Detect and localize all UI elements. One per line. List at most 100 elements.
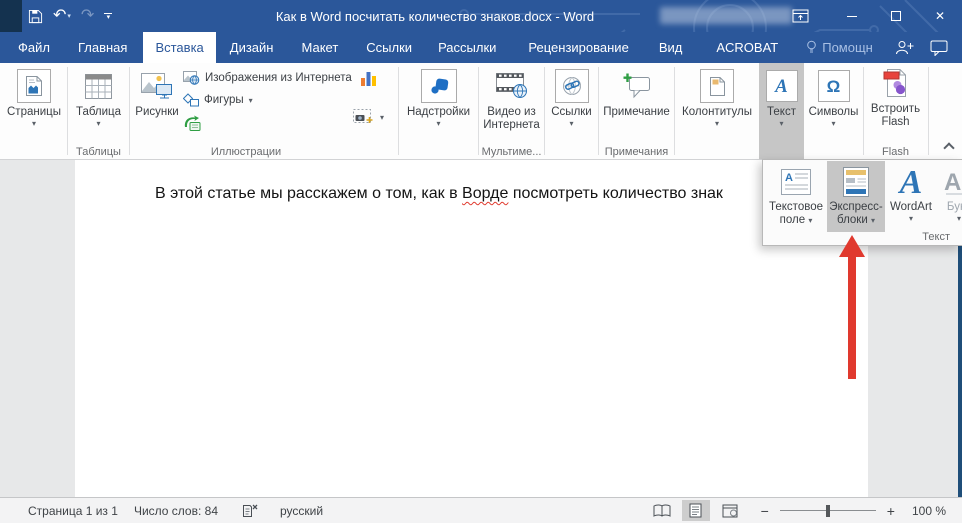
online-video-button[interactable]: Видео из Интернета bbox=[480, 63, 543, 132]
zoom-in-button[interactable]: + bbox=[884, 503, 898, 519]
symbols-icon: Ω bbox=[818, 70, 850, 102]
embed-flash-button[interactable]: Встроить Flash bbox=[865, 63, 926, 129]
annotation-arrow-shaft bbox=[848, 257, 856, 379]
tab-file[interactable]: Файл bbox=[10, 32, 58, 63]
collapse-ribbon-button[interactable] bbox=[945, 144, 953, 152]
doc-text-after: посмотреть количество знак bbox=[508, 185, 723, 202]
online-pictures-icon bbox=[183, 71, 200, 85]
textbox-label-line2: поле ▾ bbox=[780, 214, 813, 227]
wordart-button[interactable]: A WordArt ▾ bbox=[885, 161, 937, 232]
chart-button[interactable] bbox=[359, 69, 378, 88]
maximize-button[interactable] bbox=[874, 0, 918, 32]
tables-group-label: Таблицы bbox=[69, 146, 128, 158]
web-layout-button[interactable] bbox=[716, 500, 744, 521]
annotation-arrow-head bbox=[839, 235, 865, 257]
proofing-errors-button[interactable] bbox=[242, 503, 258, 518]
embed-flash-label-line1: Встроить bbox=[871, 103, 920, 116]
pages-button[interactable]: Страницы ▾ bbox=[2, 63, 66, 128]
read-mode-button[interactable] bbox=[648, 500, 676, 521]
shapes-button[interactable]: Фигуры ▾ bbox=[183, 93, 253, 107]
group-illustrations: Рисунки Изображения из Интернета Фигуры … bbox=[131, 63, 397, 159]
shapes-icon bbox=[183, 93, 199, 107]
quick-parts-icon bbox=[842, 166, 870, 198]
tab-tell-me[interactable]: Помощн bbox=[798, 32, 881, 63]
group-divider bbox=[398, 67, 399, 155]
table-dropdown-icon: ▾ bbox=[96, 119, 100, 128]
document-page[interactable]: В этой статье мы расскажем о том, как в … bbox=[75, 160, 868, 497]
tab-references[interactable]: Ссылки bbox=[358, 32, 420, 63]
shapes-label: Фигуры bbox=[204, 94, 244, 106]
tab-design[interactable]: Дизайн bbox=[222, 32, 282, 63]
wordart-icon: A bbox=[900, 176, 923, 189]
account-name-blurred bbox=[660, 7, 792, 24]
tab-acrobat[interactable]: ACROBAT bbox=[708, 32, 786, 63]
close-button[interactable]: ✕ bbox=[918, 0, 962, 32]
group-flash: Встроить Flash Flash bbox=[865, 63, 926, 159]
pictures-button[interactable]: Рисунки bbox=[131, 63, 183, 119]
status-bar: Страница 1 из 1 Число слов: 84 русский bbox=[0, 497, 962, 523]
read-mode-icon bbox=[653, 504, 671, 518]
text-label: Текст bbox=[767, 106, 796, 119]
ribbon-tab-row: Файл Главная Вставка Дизайн Макет Ссылки… bbox=[0, 32, 962, 63]
chart-icon bbox=[359, 69, 378, 88]
addins-label: Надстройки bbox=[407, 106, 470, 119]
tab-home[interactable]: Главная bbox=[70, 32, 135, 63]
print-layout-icon bbox=[689, 503, 702, 518]
zoom-slider[interactable] bbox=[780, 504, 876, 518]
addins-dropdown-icon: ▾ bbox=[436, 119, 440, 128]
online-pictures-button[interactable]: Изображения из Интернета bbox=[183, 71, 352, 85]
tab-review[interactable]: Рецензирование bbox=[520, 32, 636, 63]
pages-icon bbox=[17, 69, 51, 103]
quick-parts-button[interactable]: Экспресс- блоки ▾ bbox=[827, 161, 885, 232]
shapes-dropdown-icon: ▾ bbox=[249, 96, 253, 105]
addins-button[interactable]: Надстройки ▾ bbox=[400, 63, 477, 128]
zoom-slider-handle[interactable] bbox=[826, 505, 830, 517]
textbox-button[interactable]: A Текстовое поле ▾ bbox=[765, 161, 827, 232]
tab-insert[interactable]: Вставка bbox=[143, 32, 215, 63]
tab-view[interactable]: Вид bbox=[651, 32, 691, 63]
print-layout-button[interactable] bbox=[682, 500, 710, 521]
drop-cap-label: Букв bbox=[947, 201, 962, 214]
page-number-status[interactable]: Страница 1 из 1 bbox=[28, 504, 118, 518]
drop-cap-button[interactable]: A Букв ▾ bbox=[939, 161, 962, 232]
comment-button[interactable]: Примечание bbox=[600, 63, 673, 119]
group-header-footer: Колонтитулы ▾ bbox=[676, 63, 758, 159]
online-video-icon bbox=[496, 73, 528, 99]
text-group-flyout: A Текстовое поле ▾ Экспресс- блоки ▾ bbox=[762, 159, 962, 246]
comment-bubble-icon[interactable] bbox=[930, 40, 948, 56]
tab-layout[interactable]: Макет bbox=[293, 32, 346, 63]
symbols-button[interactable]: Ω Символы ▾ bbox=[805, 63, 862, 128]
ribbon-display-options-button[interactable] bbox=[783, 0, 817, 32]
pages-label: Страницы bbox=[7, 106, 61, 119]
links-button[interactable]: Ссылки ▾ bbox=[546, 63, 597, 128]
textbox-dropdown-icon: ▾ bbox=[808, 216, 812, 225]
header-footer-label: Колонтитулы bbox=[682, 106, 752, 119]
wordart-label: WordArt bbox=[890, 201, 932, 214]
table-button[interactable]: Таблица ▾ bbox=[69, 63, 128, 128]
word-count-status[interactable]: Число слов: 84 bbox=[134, 504, 218, 518]
text-dropdown-icon: ▾ bbox=[779, 119, 783, 128]
doc-text-before: В этой статье мы расскажем о том, как в bbox=[155, 185, 462, 202]
zoom-level[interactable]: 100 % bbox=[912, 504, 946, 518]
language-status[interactable]: русский bbox=[280, 504, 323, 518]
document-text: В этой статье мы расскажем о том, как в … bbox=[155, 185, 723, 203]
group-text-button[interactable]: A Текст ▾ bbox=[759, 63, 804, 159]
text-icon: A bbox=[766, 70, 798, 102]
word-window: ↶ ▾ ↷ ▾ Как в Word посчитать количество … bbox=[0, 0, 962, 523]
smartart-icon bbox=[183, 115, 201, 131]
embed-flash-icon bbox=[883, 68, 909, 98]
share-person-icon[interactable] bbox=[895, 40, 914, 56]
screenshot-button[interactable]: ▾ bbox=[353, 109, 384, 125]
minimize-button[interactable] bbox=[830, 0, 874, 32]
group-divider bbox=[598, 67, 599, 155]
header-footer-button[interactable]: Колонтитулы ▾ bbox=[676, 63, 758, 128]
group-tables: Таблица ▾ Таблицы bbox=[69, 63, 128, 159]
addins-icon bbox=[421, 69, 457, 103]
online-pictures-label: Изображения из Интернета bbox=[205, 72, 352, 84]
zoom-out-button[interactable]: − bbox=[758, 503, 772, 519]
smartart-button[interactable] bbox=[183, 115, 201, 131]
tab-mailings[interactable]: Рассылки bbox=[430, 32, 504, 63]
table-label: Таблица bbox=[76, 106, 121, 119]
collapse-ribbon-icon bbox=[943, 142, 954, 153]
links-icon bbox=[555, 69, 589, 103]
